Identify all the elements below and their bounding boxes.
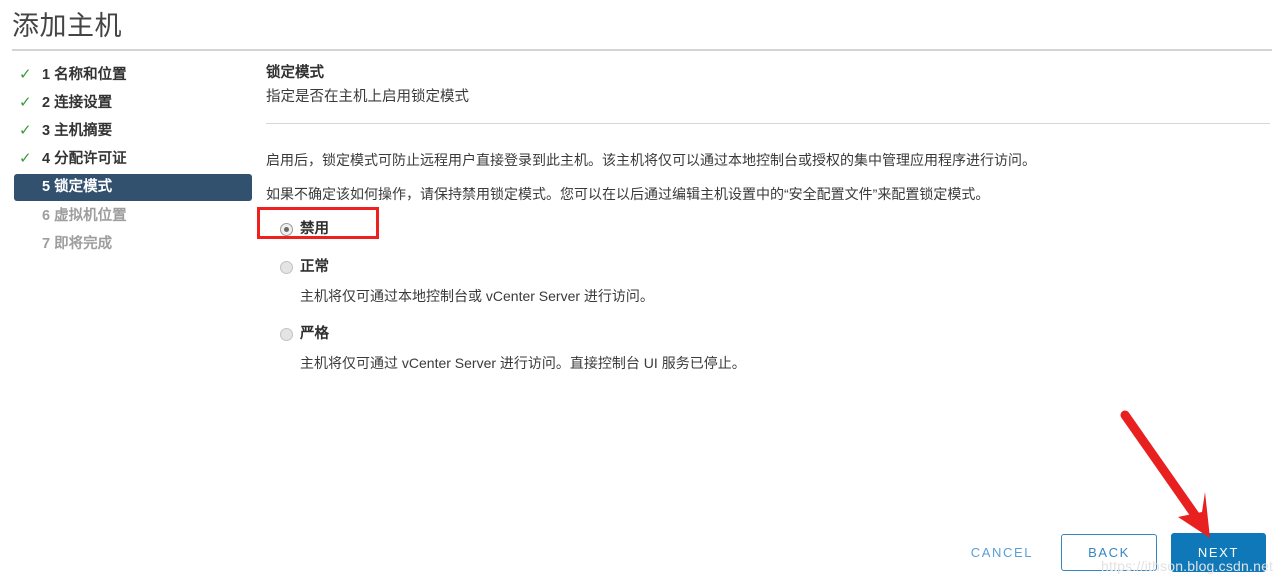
- radio-option-description: 主机将仅可通过本地控制台或 vCenter Server 进行访问。: [300, 288, 654, 304]
- sidebar-item-step-4[interactable]: ✓ 4 分配许可证: [14, 146, 252, 172]
- check-icon: ✓: [19, 150, 32, 167]
- step-number: 5: [42, 179, 55, 195]
- step-number: 7: [42, 236, 55, 252]
- panel-subtitle: 指定是否在主机上启用锁定模式: [266, 89, 469, 105]
- check-icon: ✓: [19, 94, 32, 111]
- panel-title: 锁定模式: [266, 65, 324, 81]
- sidebar-item-step-3[interactable]: ✓ 3 主机摘要: [14, 118, 252, 144]
- step-label: 名称和位置: [54, 67, 127, 83]
- panel-divider: [266, 123, 1270, 124]
- lockdown-mode-radio-group: 禁用 正常 主机将仅可通过本地控制台或 vCenter Server 进行访问。…: [266, 220, 1272, 373]
- radio-option-strict[interactable]: 严格 主机将仅可通过 vCenter Server 进行访问。直接控制台 UI …: [266, 325, 1272, 373]
- sidebar-item-step-6[interactable]: 6 虚拟机位置: [14, 203, 252, 229]
- step-number: 2: [42, 95, 55, 111]
- radio-option-normal[interactable]: 正常 主机将仅可通过本地控制台或 vCenter Server 进行访问。: [266, 258, 1272, 306]
- check-icon: ✓: [19, 66, 32, 83]
- description-paragraph-2: 如果不确定该如何操作，请保持禁用锁定模式。您可以在以后通过编辑主机设置中的“安全…: [266, 186, 990, 202]
- step-label: 即将完成: [54, 236, 113, 252]
- step-number: 3: [42, 123, 55, 139]
- step-label: 主机摘要: [54, 123, 113, 139]
- sidebar-item-step-2[interactable]: ✓ 2 连接设置: [14, 90, 252, 116]
- radio-option-label: 严格: [300, 326, 329, 342]
- step-number: 4: [42, 151, 55, 167]
- step-label: 分配许可证: [54, 151, 127, 167]
- radio-button-icon[interactable]: [280, 261, 293, 274]
- next-button[interactable]: NEXT: [1170, 533, 1266, 572]
- sidebar-item-step-1[interactable]: ✓ 1 名称和位置: [14, 62, 252, 88]
- annotation-arrow-icon: [1120, 410, 1210, 538]
- radio-button-icon[interactable]: [280, 223, 293, 236]
- step-label: 连接设置: [54, 95, 113, 111]
- wizard-footer: CANCEL BACK NEXT: [957, 533, 1266, 572]
- step-label: 锁定模式: [54, 179, 113, 195]
- back-button[interactable]: BACK: [1061, 534, 1157, 571]
- check-icon: ✓: [19, 122, 32, 139]
- wizard-step-list: ✓ 1 名称和位置 ✓ 2 连接设置 ✓ 3 主机摘要 ✓ 4 分配许可证 5 …: [14, 62, 252, 259]
- radio-option-label: 禁用: [300, 221, 329, 237]
- radio-button-icon[interactable]: [280, 328, 293, 341]
- main-panel: 锁定模式 指定是否在主机上启用锁定模式 启用后，锁定模式可防止远程用户直接登录到…: [266, 62, 1272, 373]
- radio-option-disabled[interactable]: 禁用: [266, 220, 1272, 239]
- step-number: 1: [42, 67, 55, 83]
- radio-option-description: 主机将仅可通过 vCenter Server 进行访问。直接控制台 UI 服务已…: [300, 355, 746, 371]
- cancel-button[interactable]: CANCEL: [957, 536, 1047, 569]
- step-number: 6: [42, 208, 55, 224]
- title-divider: [12, 49, 1272, 51]
- description-paragraph-1: 启用后，锁定模式可防止远程用户直接登录到此主机。该主机将仅可以通过本地控制台或授…: [266, 152, 1036, 168]
- add-host-wizard: 添加主机 ✓ 1 名称和位置 ✓ 2 连接设置 ✓ 3 主机摘要 ✓ 4 分配许…: [0, 0, 1280, 586]
- radio-option-label: 正常: [300, 259, 329, 275]
- step-label: 虚拟机位置: [54, 208, 127, 224]
- page-title: 添加主机: [12, 11, 122, 41]
- sidebar-item-step-7[interactable]: 7 即将完成: [14, 231, 252, 257]
- sidebar-item-step-5[interactable]: 5 锁定模式: [14, 174, 252, 201]
